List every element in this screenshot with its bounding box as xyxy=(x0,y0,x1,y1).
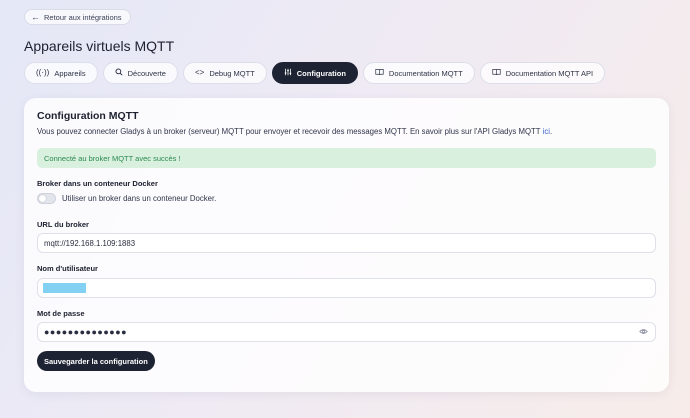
intro-text: Vous pouvez connecter Gladys à un broker… xyxy=(37,127,552,136)
tab-label: Configuration xyxy=(296,68,346,78)
tab-label: Documentation MQTT API xyxy=(505,68,594,78)
redacted-username xyxy=(43,283,86,293)
page-title: Appareils virtuels MQTT xyxy=(24,38,175,54)
username-label: Nom d'utilisateur xyxy=(37,264,98,273)
back-to-integrations-button[interactable]: ← Retour aux intégrations xyxy=(24,9,131,25)
tab-configuration[interactable]: Configuration xyxy=(271,62,358,84)
save-configuration-button[interactable]: Sauvegarder la configuration xyxy=(37,351,155,371)
tab-appareils[interactable]: ((·)) Appareils xyxy=(24,62,98,84)
arrow-left-icon: ← xyxy=(31,11,40,22)
tab-bar: ((·)) Appareils Découverte <> Debug MQTT… xyxy=(24,62,606,84)
broker-url-value: mqtt://192.168.1.109:1883 xyxy=(44,238,136,248)
tab-label: Appareils xyxy=(54,68,86,78)
tab-label: Documentation MQTT xyxy=(388,68,463,78)
tab-documentation-mqtt[interactable]: Documentation MQTT xyxy=(362,62,475,84)
tab-documentation-mqtt-api[interactable]: Documentation MQTT API xyxy=(479,62,606,84)
back-button-label: Retour aux intégrations xyxy=(44,12,122,22)
configuration-card: Configuration MQTT Vous pouvez connecter… xyxy=(24,98,669,392)
docker-label: Broker dans un conteneur Docker xyxy=(37,179,158,188)
password-value: ●●●●●●●●●●●●●● xyxy=(44,327,128,337)
broker-url-input[interactable]: mqtt://192.168.1.109:1883 xyxy=(37,233,656,253)
password-input[interactable]: ●●●●●●●●●●●●●● xyxy=(37,322,656,342)
docker-switch-label: Utiliser un broker dans un conteneur Doc… xyxy=(62,194,217,203)
url-label: URL du broker xyxy=(37,220,89,229)
password-label: Mot de passe xyxy=(37,309,85,318)
book-icon xyxy=(492,68,501,78)
tab-label: Debug MQTT xyxy=(209,68,255,78)
tab-debug-mqtt[interactable]: <> Debug MQTT xyxy=(182,62,267,84)
book-icon xyxy=(375,68,384,78)
card-title: Configuration MQTT xyxy=(37,110,139,122)
username-input[interactable] xyxy=(37,278,656,298)
sliders-icon xyxy=(284,68,292,78)
code-icon: <> xyxy=(194,68,205,77)
intro-end: . xyxy=(549,127,553,136)
eye-icon[interactable] xyxy=(639,328,648,337)
toggle-knob xyxy=(39,195,46,202)
docs-link[interactable]: ici xyxy=(543,127,550,136)
broadcast-icon: ((·)) xyxy=(36,68,50,77)
success-alert: Connecté au broker MQTT avec succès ! xyxy=(37,148,656,168)
intro-body: Vous pouvez connecter Gladys à un broker… xyxy=(37,127,543,136)
docker-toggle[interactable] xyxy=(37,193,56,204)
search-icon xyxy=(115,68,123,78)
tab-label: Découverte xyxy=(127,68,166,78)
docker-switch-row: Utiliser un broker dans un conteneur Doc… xyxy=(37,193,216,204)
tab-decouverte[interactable]: Découverte xyxy=(102,62,178,84)
